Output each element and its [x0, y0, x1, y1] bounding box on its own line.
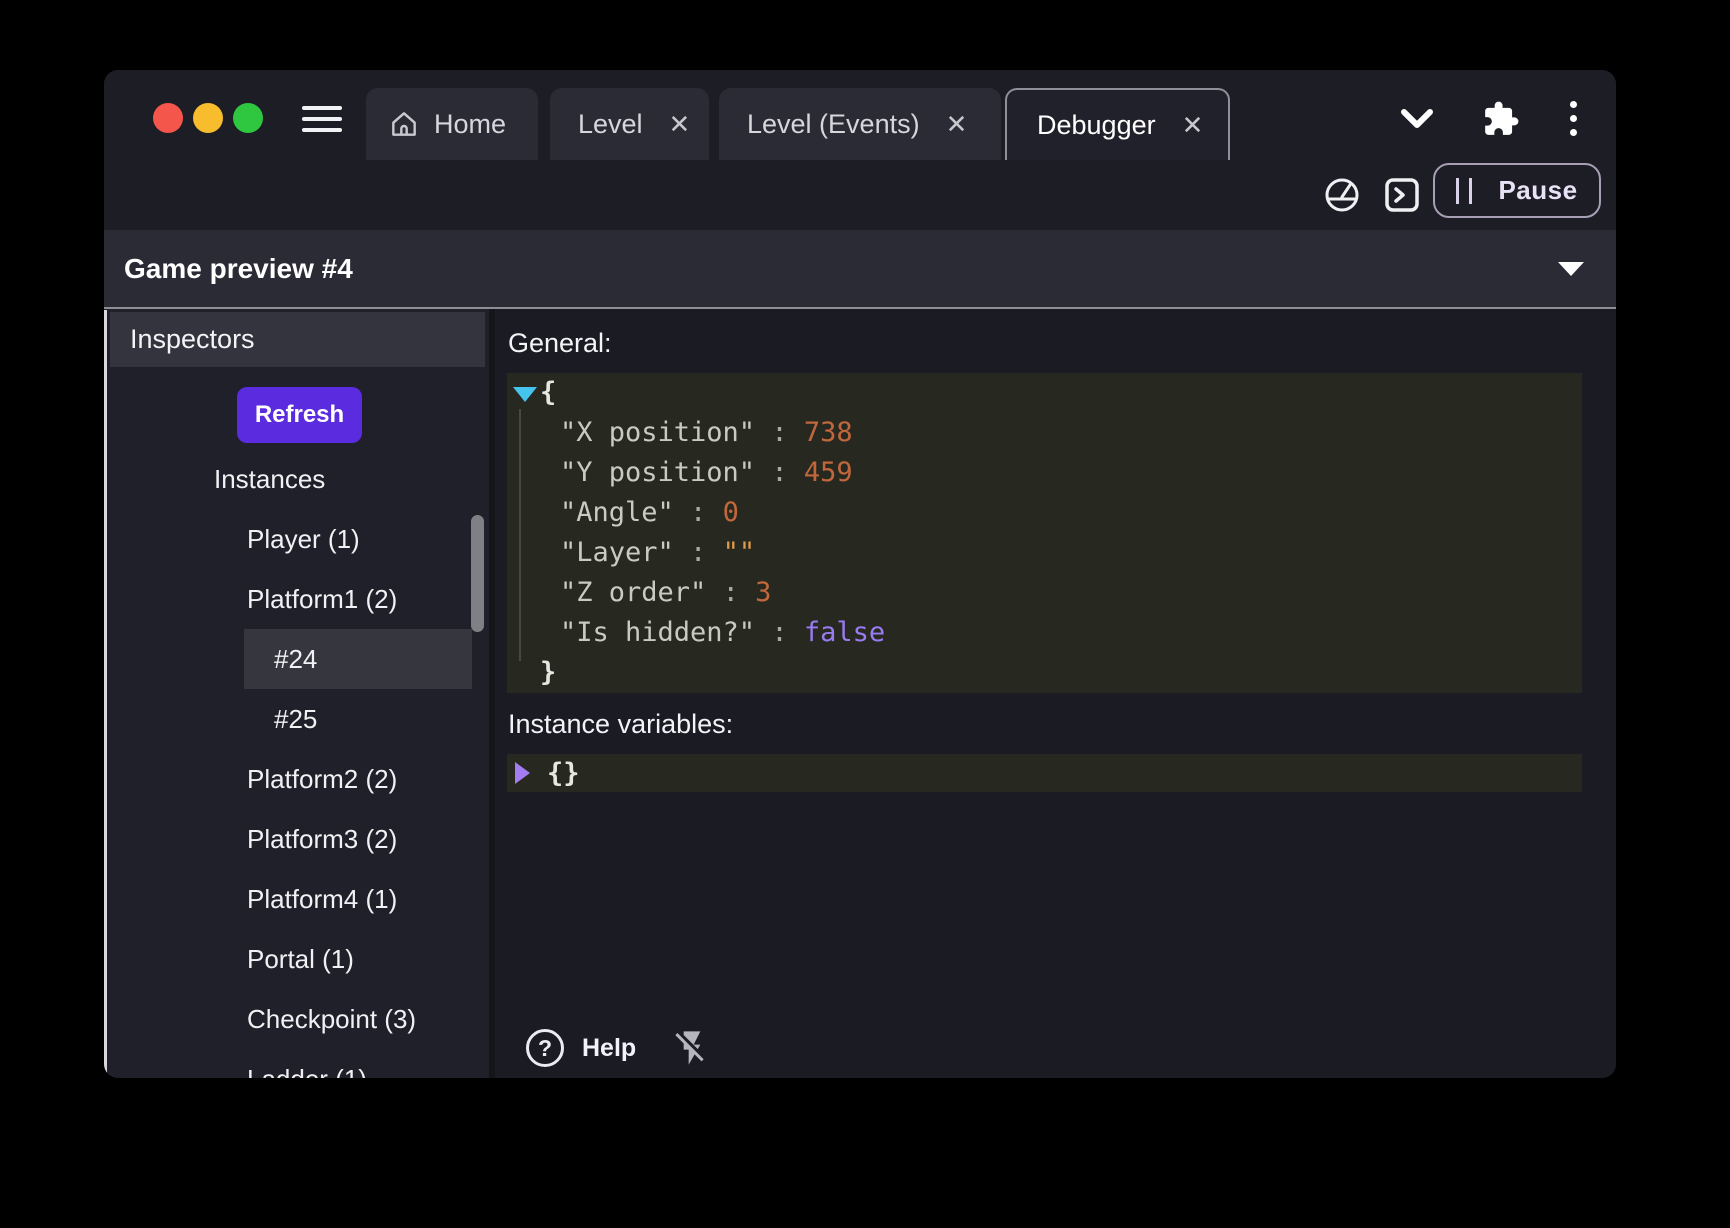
debugger-toolbar: Pause: [104, 160, 1616, 230]
json-line: "Layer" : "": [507, 533, 1582, 573]
tab-label: Level (Events): [747, 109, 920, 140]
list-item-label: #24: [274, 644, 317, 675]
json-line: "Z order" : 3: [507, 573, 1582, 613]
list-item-label: Player (1): [247, 524, 360, 555]
console-icon[interactable]: [1382, 175, 1422, 215]
list-item-label: #25: [274, 704, 317, 735]
list-item[interactable]: Platform3 (2): [107, 809, 490, 869]
tab-level-events[interactable]: Level (Events) ✕: [719, 88, 1001, 160]
tree-root-instances[interactable]: Instances: [107, 449, 490, 509]
general-json-view: {"X position" : 738"Y position" : 459"An…: [507, 373, 1582, 693]
list-item-label: Platform2 (2): [247, 764, 397, 795]
flash-off-icon[interactable]: [672, 1027, 712, 1069]
extensions-puzzle-icon[interactable]: [1482, 100, 1520, 138]
game-preview-selector[interactable]: Game preview #4: [104, 230, 1616, 307]
help-row: ? Help: [526, 1027, 712, 1069]
pause-icon: [1456, 178, 1472, 204]
expand-arrow-icon[interactable]: [513, 387, 537, 402]
list-item-label: Ladder (1): [247, 1064, 367, 1079]
general-section-label: General:: [508, 328, 612, 359]
json-line: "Y position" : 459: [507, 453, 1582, 493]
inspectors-title: Inspectors: [130, 324, 255, 355]
profiler-gauge-icon[interactable]: [1322, 175, 1362, 215]
dropdown-caret-icon[interactable]: [1558, 262, 1584, 276]
tab-label: Debugger: [1037, 110, 1156, 141]
list-item-label: Checkpoint (3): [247, 1004, 416, 1035]
app-window: Home Level ✕ Level (Events) ✕ Debugger ✕: [104, 70, 1616, 1078]
help-icon[interactable]: ?: [526, 1029, 564, 1067]
tab-label: Home: [434, 109, 506, 140]
tab-label: Level: [578, 109, 643, 140]
list-item-label: Platform4 (1): [247, 884, 397, 915]
json-line: "Angle" : 0: [507, 493, 1582, 533]
inspector-detail-panel: General: {"X position" : 738"Y position"…: [495, 309, 1616, 1078]
list-item[interactable]: #25: [107, 689, 490, 749]
game-preview-title: Game preview #4: [124, 253, 353, 285]
list-item[interactable]: Player (1): [107, 509, 490, 569]
traffic-minimize-button[interactable]: [193, 103, 223, 133]
tab-level[interactable]: Level ✕: [550, 88, 709, 160]
list-item[interactable]: Portal (1): [107, 929, 490, 989]
json-line: {: [507, 373, 1582, 413]
list-item-label: Portal (1): [247, 944, 354, 975]
inspectors-sidebar: Inspectors Refresh Instances Player (1) Pl…: [107, 309, 490, 1078]
refresh-button[interactable]: Refresh: [237, 387, 362, 443]
inspectors-header: Inspectors: [110, 312, 485, 367]
titlebar: Home Level ✕ Level (Events) ✕ Debugger ✕: [104, 70, 1616, 160]
indent-guide: [519, 409, 521, 661]
json-line: "Is hidden?" : false: [507, 613, 1582, 653]
list-item[interactable]: Checkpoint (3): [107, 989, 490, 1049]
pause-button[interactable]: Pause: [1433, 163, 1601, 218]
list-item-label: Instances: [214, 464, 325, 495]
list-item-label: Platform3 (2): [247, 824, 397, 855]
help-label[interactable]: Help: [582, 1034, 636, 1063]
traffic-close-button[interactable]: [153, 103, 183, 133]
tab-home[interactable]: Home: [366, 88, 538, 160]
instance-variables-label: Instance variables:: [508, 709, 733, 740]
pause-button-label: Pause: [1498, 175, 1577, 206]
tab-debugger[interactable]: Debugger ✕: [1005, 88, 1230, 160]
close-icon[interactable]: ✕: [669, 111, 691, 137]
list-item[interactable]: #24: [107, 629, 490, 689]
json-line: "X position" : 738: [507, 413, 1582, 453]
instance-variables-json-view: {}: [507, 754, 1582, 792]
variables-preview: {}: [547, 758, 580, 789]
chevron-down-icon[interactable]: [1400, 108, 1434, 130]
json-line: }: [507, 653, 1582, 693]
list-item[interactable]: Platform1 (2): [107, 569, 490, 629]
close-icon[interactable]: ✕: [946, 111, 968, 137]
list-item[interactable]: Ladder (1): [107, 1049, 490, 1078]
sidebar-scrollbar[interactable]: [471, 515, 484, 632]
list-item-label: Platform1 (2): [247, 584, 397, 615]
close-icon[interactable]: ✕: [1182, 112, 1204, 138]
instance-tree: Instances Player (1) Platform1 (2) #24 #25 Pl…: [107, 449, 490, 1078]
list-item[interactable]: Platform4 (1): [107, 869, 490, 929]
collapse-arrow-icon[interactable]: [515, 762, 530, 784]
more-options-kebab-icon[interactable]: [1570, 101, 1578, 143]
traffic-zoom-button[interactable]: [233, 103, 263, 133]
list-item[interactable]: Platform2 (2): [107, 749, 490, 809]
main-menu-icon[interactable]: [302, 106, 342, 133]
home-icon: [388, 108, 420, 140]
